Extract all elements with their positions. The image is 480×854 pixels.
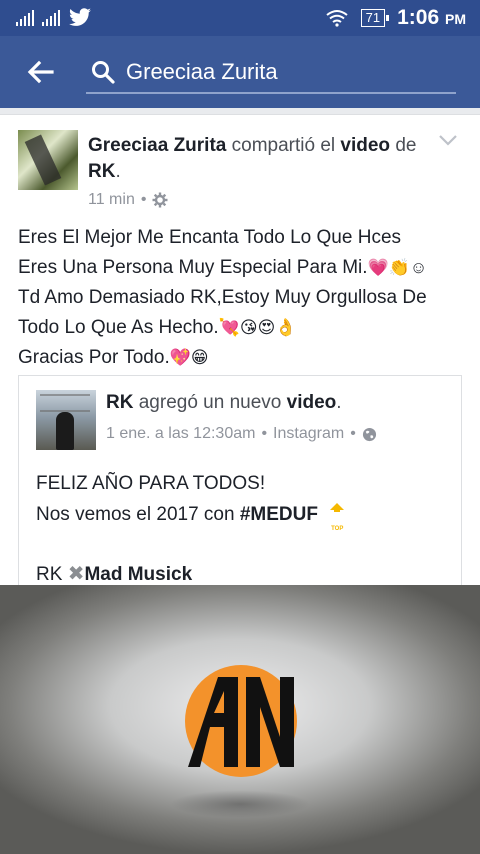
post-line: Eres Una Persona Muy Especial Para Mi.💗👏…: [18, 253, 468, 283]
back-arrow-icon[interactable]: [24, 56, 56, 88]
signal-icon-2: [42, 10, 60, 26]
meta-separator: •: [261, 425, 268, 442]
target-link[interactable]: RK: [88, 161, 115, 182]
avatar[interactable]: [18, 130, 78, 190]
gear-icon: [152, 192, 168, 208]
shared-video-link[interactable]: video: [287, 392, 337, 413]
wifi-icon: [326, 10, 348, 27]
battery-indicator: 71: [360, 9, 390, 27]
twitter-icon: [69, 8, 91, 26]
search-bar: Greeciaa Zurita: [0, 36, 480, 108]
clock-ampm: PM: [445, 11, 466, 27]
chevron-down-icon[interactable]: [438, 133, 458, 147]
post-line: Td Amo Demasiado RK,Estoy Muy Orgullosa …: [18, 283, 468, 313]
search-query: Greeciaa Zurita: [126, 59, 278, 84]
emoji-group: 💖😁: [169, 348, 209, 367]
emoji-group: 💘😘😍👌: [218, 318, 297, 337]
shared-body: FELIZ AÑO PARA TODOS! Nos vemos el 2017 …: [36, 470, 446, 589]
top-badge-icon: TOP: [329, 498, 345, 532]
meta-separator: •: [350, 425, 356, 442]
author-name[interactable]: Greeciaa Zurita: [88, 135, 226, 156]
video-link[interactable]: video: [340, 135, 390, 156]
period-text: .: [115, 161, 121, 182]
post-line: Gracias Por Todo.💖😁: [18, 343, 468, 373]
signature-name: Mad Musick: [84, 564, 193, 585]
post-line-text: Td Amo Demasiado RK,Estoy Muy Orgullosa …: [18, 287, 427, 308]
post-body: Eres El Mejor Me Encanta Todo Lo Que Hce…: [18, 223, 468, 373]
signal-icon: [16, 10, 34, 26]
shared-header: RK agregó un nuevo video.: [106, 392, 342, 414]
shared-action: agregó un nuevo: [138, 392, 282, 413]
top-badge-label: TOP: [331, 526, 344, 532]
post-line: Todo Lo Que As Hecho.💘😘😍👌: [18, 313, 468, 343]
post-line-text: Todo Lo Que As Hecho.: [18, 317, 219, 338]
clock-time: 1:06: [397, 6, 440, 29]
shared-post[interactable]: RK agregó un nuevo video. 1 ene. a las 1…: [18, 375, 462, 595]
logo-shadow: [170, 790, 310, 818]
shared-source[interactable]: Instagram: [273, 425, 344, 443]
x-mark-icon: ✖: [67, 563, 85, 585]
shared-meta: 1 ene. a las 12:30am • Instagram •: [106, 425, 377, 443]
clock: 1:06 PM: [397, 6, 466, 30]
post-line: Eres El Mejor Me Encanta Todo Lo Que Hce…: [18, 223, 468, 253]
shared-date[interactable]: 1 ene. a las 12:30am: [106, 425, 255, 443]
emoji-group: 💗👏☺: [367, 258, 428, 277]
search-input[interactable]: Greeciaa Zurita: [86, 52, 456, 94]
video-player[interactable]: [0, 585, 480, 854]
action-text: compartió el: [231, 135, 336, 156]
status-left: [16, 8, 92, 28]
post-header: Greeciaa Zurita compartió el video de RK…: [88, 133, 428, 185]
globe-icon: [362, 427, 376, 441]
shared-author[interactable]: RK: [106, 392, 133, 413]
post-line-text: Gracias Por Todo.: [18, 347, 170, 368]
post-meta: 11 min •: [88, 191, 168, 209]
post-line-text: Eres El Mejor Me Encanta Todo Lo Que Hce…: [18, 227, 402, 248]
an-logo-icon: [188, 677, 294, 767]
shared-line-2: Nos vemos el 2017 con #MEDUF TOP: [36, 498, 446, 532]
search-icon: [92, 61, 115, 84]
preposition-text: de: [395, 135, 417, 156]
shared-avatar[interactable]: [36, 390, 96, 450]
status-right: 71 1:06 PM: [325, 6, 466, 30]
shared-line-2-text: Nos vemos el 2017 con: [36, 504, 235, 526]
shared-line-1: FELIZ AÑO PARA TODOS!: [36, 473, 266, 494]
hashtag-link[interactable]: #MEDUF: [240, 504, 318, 525]
meta-separator: •: [140, 191, 147, 208]
status-bar: 71 1:06 PM: [0, 0, 480, 36]
post-line-text: Eres Una Persona Muy Especial Para Mi.: [18, 257, 368, 278]
shared-period: .: [336, 392, 342, 413]
post-time[interactable]: 11 min: [88, 191, 135, 209]
signature-prefix: RK: [36, 564, 63, 585]
